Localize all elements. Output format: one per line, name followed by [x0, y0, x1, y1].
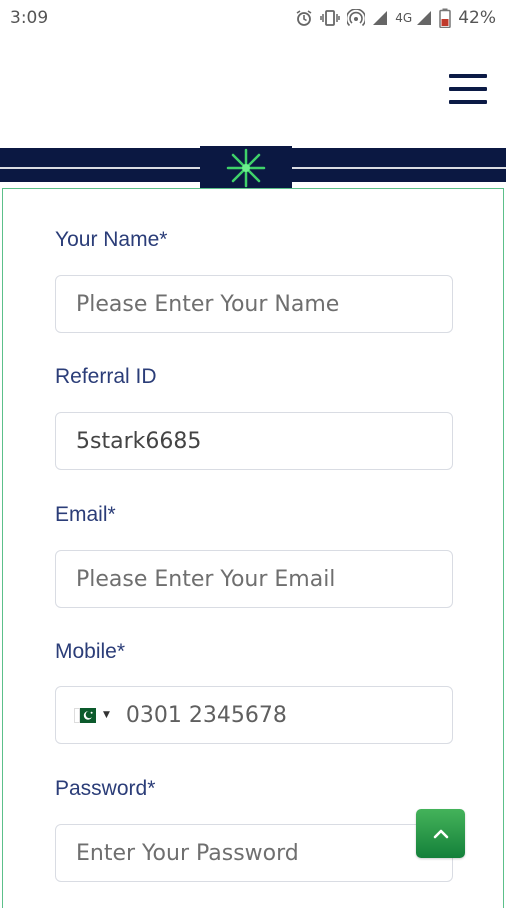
name-label: Your Name* — [55, 228, 168, 251]
signal-icon-2 — [416, 10, 432, 26]
name-input[interactable] — [55, 275, 453, 333]
vibrate-icon — [320, 9, 341, 27]
caret-down-icon: ▼ — [103, 710, 110, 720]
network-type: 4G — [395, 11, 413, 25]
scroll-top-button[interactable] — [416, 809, 465, 858]
referral-input[interactable] — [55, 412, 453, 470]
alarm-icon — [295, 9, 313, 27]
status-time: 3:09 — [10, 8, 49, 28]
email-label: Email* — [55, 503, 116, 526]
hotspot-icon — [347, 9, 366, 27]
password-label: Password* — [55, 777, 156, 800]
country-code-select[interactable]: ▼ — [74, 707, 110, 723]
password-input[interactable] — [55, 824, 453, 882]
mobile-label: Mobile* — [55, 640, 126, 663]
status-bar: 3:09 4G 42% — [0, 0, 506, 36]
mobile-input[interactable] — [123, 701, 408, 729]
email-input[interactable] — [55, 550, 453, 608]
star-burst-icon — [200, 146, 292, 190]
status-icons: 4G 42% — [295, 8, 496, 28]
chevron-up-icon — [433, 829, 448, 838]
battery-icon — [439, 8, 451, 28]
hamburger-menu-icon[interactable] — [449, 74, 487, 104]
referral-label: Referral ID — [55, 365, 157, 388]
pakistan-flag-icon — [74, 707, 96, 723]
mobile-field: ▼ — [55, 686, 453, 744]
signal-icon — [372, 10, 388, 26]
battery-level: 42% — [458, 8, 496, 28]
